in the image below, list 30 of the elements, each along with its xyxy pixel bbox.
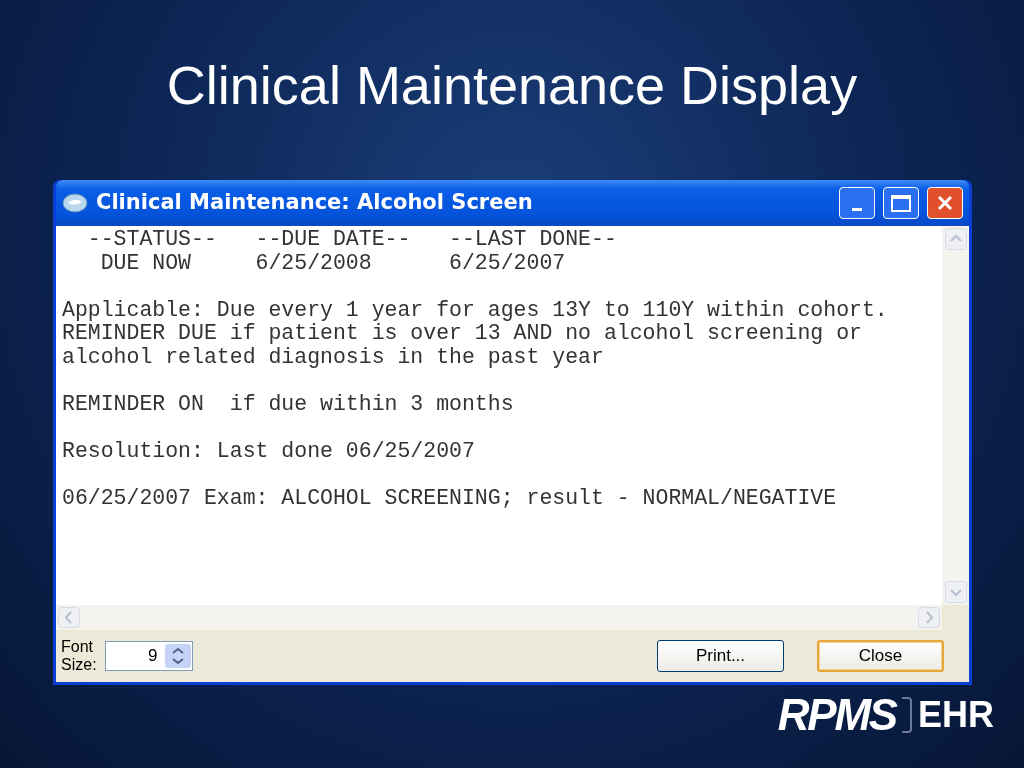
scroll-right-icon[interactable]	[918, 607, 940, 628]
horizontal-scrollbar[interactable]	[56, 605, 942, 630]
logo-suffix: EHR	[918, 697, 994, 733]
font-size-spinner[interactable]: 9	[104, 641, 193, 671]
report-line: Resolution: Last done 06/25/2007	[62, 439, 476, 463]
report-line: --STATUS-- --DUE DATE-- --LAST DONE--	[86, 228, 618, 252]
report-line: DUE NOW 6/25/2008 6/25/2007	[99, 251, 567, 275]
report-line: REMINDER ON if due within 3 months	[62, 392, 515, 416]
report-line: alcohol related diagnosis in the past year	[62, 345, 605, 369]
minimize-button[interactable]	[839, 187, 875, 219]
vertical-scrollbar[interactable]	[942, 226, 969, 605]
report-line: Applicable: Due every 1 year for ages 13Y to 110Y within cohort.	[62, 298, 889, 322]
spin-arrows-icon[interactable]	[163, 643, 192, 669]
app-icon	[62, 193, 88, 213]
logo-text: RPMS	[777, 693, 896, 737]
report-line: REMINDER DUE if patient is over 13 AND no alcohol screening or	[62, 322, 863, 346]
font-size-label: Font	[61, 638, 94, 656]
font-size-value: 9	[147, 645, 159, 668]
font-size-label: Size:	[61, 656, 97, 674]
close-button[interactable]	[927, 187, 963, 219]
window-title: Clinical Maintenance: Alcohol Screen	[96, 189, 534, 217]
scroll-down-icon[interactable]	[944, 581, 967, 603]
report-line: 06/25/2007 Exam: ALCOHOL SCREENING; result - NORMAL/NEGATIVE	[62, 486, 838, 510]
dialog-button[interactable]: Close	[817, 640, 944, 672]
close-icon	[936, 194, 954, 212]
scroll-left-icon[interactable]	[58, 607, 80, 628]
dialog-button[interactable]: Print...	[657, 640, 784, 672]
logo-bracket	[902, 697, 912, 733]
maximize-button[interactable]	[883, 187, 919, 219]
scroll-up-icon[interactable]	[944, 228, 967, 250]
